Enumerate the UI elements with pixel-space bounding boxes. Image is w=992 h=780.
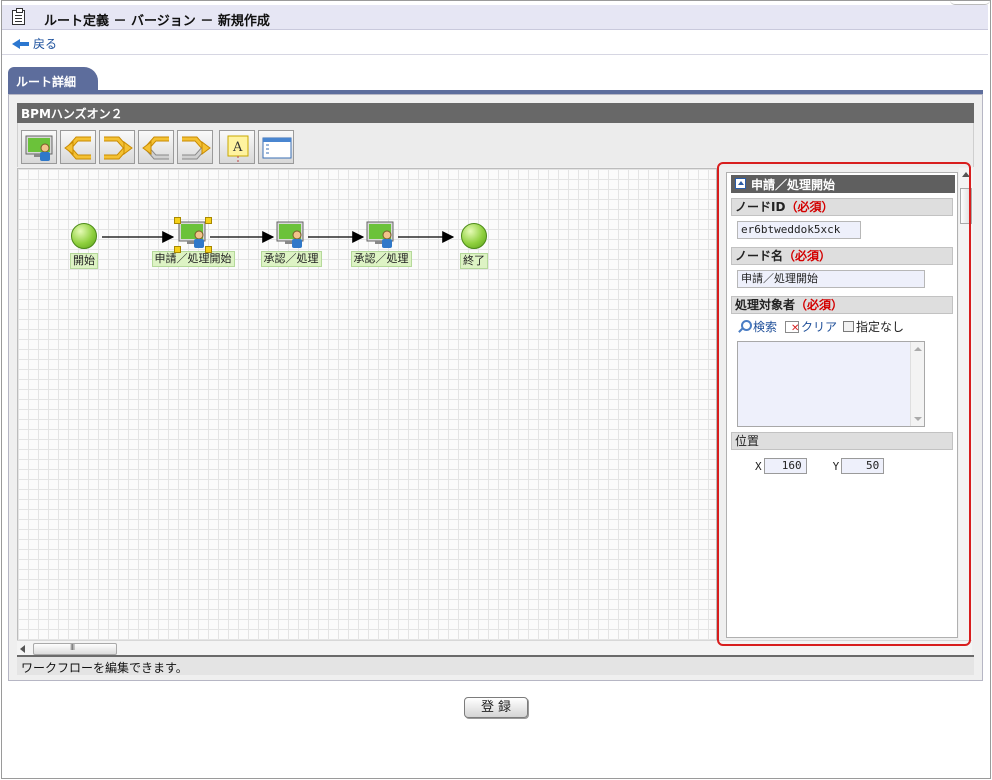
page-title: ルート定義 － バージョン － 新規作成 bbox=[44, 14, 270, 29]
join-alt-arrow-icon bbox=[182, 136, 211, 160]
x-input[interactable]: 160 bbox=[763, 458, 807, 474]
workflow-node-end[interactable]: 終了 bbox=[454, 223, 494, 269]
workflow-node-approve1[interactable]: 承認／処理 bbox=[258, 221, 324, 267]
join-alt-tool-button[interactable] bbox=[177, 130, 213, 164]
selection-handle[interactable] bbox=[205, 217, 212, 224]
position-row: X 160 Y 50 bbox=[755, 458, 910, 474]
target-section: 処理対象者（必須） bbox=[731, 296, 953, 314]
workflow-canvas[interactable]: 開始 申請／処理開始 承認／処理 承認／処理 終了 bbox=[17, 168, 717, 643]
node-label: 承認／処理 bbox=[350, 251, 412, 267]
node-name-section: ノード名（必須） bbox=[731, 247, 953, 265]
target-list-scrollbar[interactable] bbox=[910, 342, 924, 426]
text-note-tool-button[interactable]: A bbox=[219, 130, 255, 164]
route-name-title: BPMハンズオン２ bbox=[17, 103, 974, 123]
user-node-icon bbox=[366, 221, 396, 248]
clear-link[interactable]: クリア bbox=[801, 318, 837, 335]
register-button[interactable]: 登録 bbox=[464, 697, 528, 718]
collapse-icon[interactable] bbox=[735, 178, 746, 189]
node-id-section: ノードID（必須） bbox=[731, 198, 953, 216]
selection-handle[interactable] bbox=[205, 246, 212, 253]
workflow-node-approve2[interactable]: 承認／処理 bbox=[348, 221, 414, 267]
branch-tool-button[interactable] bbox=[60, 130, 96, 164]
branch-alt-arrow-icon bbox=[142, 136, 169, 160]
node-name-field[interactable]: 申請／処理開始 bbox=[737, 270, 925, 288]
window-tool-button[interactable] bbox=[258, 130, 294, 164]
required-mark: （必須） bbox=[785, 200, 834, 214]
join-arrow-icon bbox=[104, 136, 133, 160]
unspecified-checkbox[interactable] bbox=[843, 321, 855, 332]
required-mark: （必須） bbox=[783, 249, 832, 263]
scroll-thumb[interactable] bbox=[33, 643, 117, 655]
target-actions: 検索 クリア 指定なし bbox=[737, 318, 904, 335]
start-node-icon bbox=[71, 223, 97, 249]
target-list[interactable] bbox=[737, 341, 925, 427]
branch-alt-tool-button[interactable] bbox=[138, 130, 174, 164]
back-bar: 戻る bbox=[2, 31, 988, 55]
node-label: 開始 bbox=[70, 253, 98, 269]
properties-title: 申請／処理開始 bbox=[751, 178, 836, 192]
user-node-icon bbox=[25, 135, 53, 161]
position-label: 位置 bbox=[735, 434, 760, 448]
node-name-label: ノード名 bbox=[735, 249, 784, 263]
x-label: X bbox=[755, 459, 762, 473]
user-node-icon bbox=[276, 221, 306, 248]
y-input[interactable]: 50 bbox=[841, 458, 885, 474]
text-note-icon: A bbox=[227, 135, 249, 162]
scroll-left-icon[interactable] bbox=[20, 645, 25, 653]
back-arrow-icon bbox=[12, 38, 30, 49]
search-link[interactable]: 検索 bbox=[753, 318, 777, 335]
status-bar: ワークフローを編集できます。 bbox=[17, 655, 974, 675]
editor-toolbar: A bbox=[17, 123, 974, 167]
workflow-node-start[interactable]: 開始 bbox=[64, 223, 104, 269]
unspecified-label: 指定なし bbox=[856, 320, 905, 334]
properties-header[interactable]: 申請／処理開始 bbox=[731, 175, 955, 193]
clipboard-icon bbox=[12, 8, 25, 25]
workflow-node-apply[interactable]: 申請／処理開始 bbox=[146, 217, 240, 267]
required-mark: （必須） bbox=[795, 298, 844, 312]
properties-panel: 申請／処理開始 ノードID（必須） er6btweddok5xck ノード名（必… bbox=[726, 172, 958, 638]
end-node-icon bbox=[461, 223, 487, 249]
join-tool-button[interactable] bbox=[99, 130, 135, 164]
title-bar: ルート定義 － バージョン － 新規作成 bbox=[2, 5, 988, 30]
window-icon bbox=[262, 137, 292, 159]
clear-icon[interactable] bbox=[785, 320, 799, 334]
node-label: 終了 bbox=[460, 253, 488, 269]
selection-handle[interactable] bbox=[174, 217, 181, 224]
target-label: 処理対象者 bbox=[735, 298, 796, 312]
node-label: 承認／処理 bbox=[260, 251, 322, 267]
back-link[interactable]: 戻る bbox=[12, 35, 57, 52]
y-label: Y bbox=[832, 459, 840, 473]
user-node-icon bbox=[174, 217, 212, 253]
position-section: 位置 bbox=[731, 432, 953, 450]
branch-arrow-icon bbox=[64, 136, 91, 160]
search-icon[interactable] bbox=[737, 319, 752, 334]
user-node-tool-button[interactable] bbox=[21, 130, 57, 164]
back-label: 戻る bbox=[33, 37, 58, 51]
node-label: 申請／処理開始 bbox=[151, 251, 235, 267]
node-id-label: ノードID bbox=[735, 200, 786, 214]
svg-text:A: A bbox=[232, 140, 243, 155]
node-id-field[interactable]: er6btweddok5xck bbox=[737, 221, 861, 239]
selection-handle[interactable] bbox=[174, 246, 181, 253]
